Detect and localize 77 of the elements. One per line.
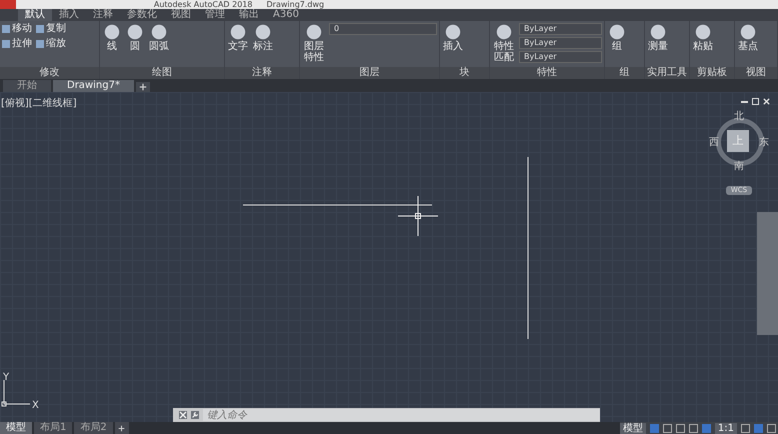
dropdown[interactable]: ByLayer [519,23,602,35]
dropdown[interactable]: ByLayer [519,37,602,49]
compass-label[interactable]: 北 [734,112,744,122]
tool-button[interactable]: 复制 [36,23,66,35]
minimize-icon[interactable] [741,100,748,102]
tool-button[interactable]: 缩放 [36,38,66,50]
tool-icon [126,23,144,41]
panel-title[interactable]: 注释 [225,67,299,79]
tool-button[interactable]: 圆 [125,23,145,52]
ribbon-tab[interactable]: A360 [266,9,306,21]
layout-tab[interactable]: 布局2 [74,422,113,434]
panel-title[interactable]: 特性 [490,67,604,79]
window-title: Autodesk AutoCAD 2018 [154,0,252,9]
panel-title[interactable]: 剪贴板 [690,67,734,79]
tool-icon [608,23,626,41]
command-input[interactable]: 键入命令 [203,409,600,421]
tool-button[interactable]: 线 [102,23,122,52]
wrench-icon[interactable] [191,411,199,419]
compass-label[interactable]: 西 [709,138,719,148]
ribbon-tab[interactable]: 管理 [198,9,232,21]
ribbon-tab[interactable]: 默认 [18,9,52,21]
panel-title[interactable]: 视图 [735,67,777,79]
tool-button[interactable]: 测量 [647,23,669,52]
ribbon-tab[interactable]: 视图 [164,9,198,21]
crosshair-cursor [398,196,438,236]
dropdown[interactable]: ByLayer [519,51,602,63]
tool-button[interactable]: 特性匹配 [492,23,516,63]
tool-icon [444,23,462,41]
tool-icon [150,23,168,41]
scale-dropdown[interactable]: 1:1 [714,422,737,434]
tool-icon [649,23,667,41]
compass-label[interactable]: 东 [759,138,769,148]
panel-title[interactable]: 组 [605,67,644,79]
ribbon-tab[interactable]: 参数化 [120,9,164,21]
tool-icon [305,23,323,41]
ribbon-tab[interactable]: 注释 [86,9,120,21]
document-tab[interactable]: Drawing7* [53,80,134,92]
panel-title[interactable]: 绘图 [100,67,224,79]
close-icon[interactable] [179,411,187,419]
space-toggle[interactable]: 模型 [620,422,646,434]
panel-title[interactable]: 修改 [0,67,99,79]
panel-title[interactable]: 块 [440,67,489,79]
layout-tab[interactable]: 布局1 [34,422,72,434]
tool-icon [103,23,121,41]
tool-icon [229,23,247,41]
axis-label: X [32,400,39,411]
ribbon-tab[interactable]: 输出 [232,9,266,21]
viewport-label[interactable]: [俯视][二维线框] [1,96,77,110]
panel-title[interactable]: 实用工具 [645,67,689,79]
tool-button[interactable]: 插入 [442,23,464,52]
tool-icon [495,23,513,41]
tool-button[interactable]: 移动 [2,23,32,35]
new-layout-button[interactable] [114,422,129,434]
dropdown[interactable]: 0 [329,23,437,35]
tool-icon [694,23,712,41]
restore-icon[interactable] [752,98,759,105]
document-tab[interactable]: 开始 [3,80,51,92]
tool-button[interactable]: 粘贴 [692,23,714,52]
new-tab-button[interactable] [136,82,150,92]
panel-title[interactable]: 图层 [300,67,439,79]
tool-button[interactable]: 拉伸 [2,38,32,50]
tool-button[interactable]: 圆弧 [148,23,170,52]
compass-label[interactable]: 南 [734,162,744,172]
tool-button[interactable]: 基点 [737,23,759,52]
tool-button[interactable]: 组 [607,23,627,52]
document-name: Drawing7.dwg [266,0,324,9]
tool-button[interactable]: 文字 [227,23,249,52]
plus-icon [138,83,147,91]
axis-label: Y [3,372,10,383]
tool-icon [739,23,757,41]
ribbon-tab[interactable]: 插入 [52,9,86,21]
layout-tab[interactable]: 模型 [0,422,32,434]
close-icon[interactable] [763,98,770,105]
plus-icon [118,424,126,432]
tool-button[interactable]: 标注 [252,23,274,52]
tool-button[interactable]: 图层特性 [302,23,326,63]
tool-icon [254,23,272,41]
